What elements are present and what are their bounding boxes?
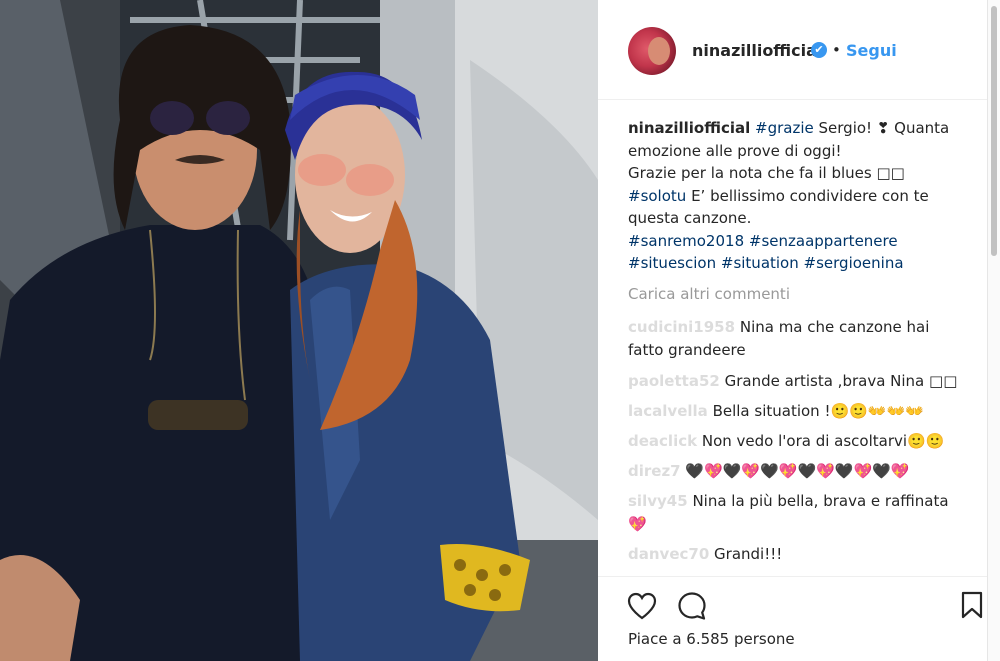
hashtag-link[interactable]: #senzaappartenere: [749, 232, 898, 250]
comment-text: Bella situation !🙂🙂👐👐👐: [712, 402, 924, 420]
post-actions-bar: [598, 576, 987, 661]
comment-item: direz7 🖤💖🖤💖🖤💖🖤💖🖤💖🖤💖: [628, 460, 968, 483]
caption-text: Grazie per la nota che fa il blues □□: [628, 164, 905, 182]
comment-icon[interactable]: [677, 591, 707, 625]
likes-count[interactable]: Piace a 6.585 persone: [628, 630, 795, 648]
post-photo[interactable]: [0, 0, 598, 661]
comment-text: 🖤💖🖤💖🖤💖🖤💖🖤💖🖤💖: [685, 462, 910, 480]
comment-item: cudicini1958 Nina ma che canzone hai fat…: [628, 316, 968, 362]
scrollbar-thumb[interactable]: [991, 6, 997, 256]
post-header: ninazilliofficial ✔ • Segui: [598, 0, 987, 100]
comment-item: lacalvella Bella situation !🙂🙂👐👐👐: [628, 400, 968, 423]
bookmark-icon[interactable]: [961, 591, 983, 623]
comment-text: Grande artista ,brava Nina □□: [724, 372, 958, 390]
load-more-comments-button[interactable]: Carica altri commenti: [628, 285, 790, 303]
hashtag-link[interactable]: #solotu: [628, 187, 686, 205]
comment-item: deaclick Non vedo l'ora di ascoltarvi🙂🙂: [628, 430, 968, 453]
verified-badge-icon: ✔: [811, 42, 827, 58]
comment-username[interactable]: cudicini1958: [628, 318, 735, 336]
comment-username[interactable]: paoletta52: [628, 372, 720, 390]
hashtag-link[interactable]: #sanremo2018: [628, 232, 744, 250]
comment-username[interactable]: lacalvella: [628, 402, 708, 420]
heart-icon[interactable]: [627, 592, 657, 624]
hashtag-link[interactable]: #grazie: [755, 119, 814, 137]
hashtag-link[interactable]: #situescion: [628, 254, 716, 272]
hashtag-link[interactable]: #situation: [721, 254, 799, 272]
avatar[interactable]: [628, 27, 676, 75]
post-username[interactable]: ninazilliofficial: [692, 41, 822, 60]
comment-username[interactable]: deaclick: [628, 432, 697, 450]
post-caption: ninazilliofficial #grazie Sergio! ❣ Quan…: [628, 117, 968, 275]
comment-item: danvec70 Grandi!!!: [628, 543, 968, 566]
hashtag-link[interactable]: #sergioenina: [804, 254, 904, 272]
comment-username[interactable]: silvy45: [628, 492, 688, 510]
comment-text: Non vedo l'ora di ascoltarvi🙂🙂: [701, 432, 945, 450]
comment-username[interactable]: danvec70: [628, 545, 709, 563]
photo-illustration: [0, 0, 598, 661]
comment-text: Grandi!!!: [714, 545, 783, 563]
caption-username[interactable]: ninazilliofficial: [628, 119, 750, 137]
follow-button[interactable]: Segui: [846, 41, 897, 60]
comment-item: paoletta52 Grande artista ,brava Nina □□: [628, 370, 968, 393]
comment-item: silvy45 Nina la più bella, brava e raffi…: [628, 490, 968, 536]
comment-username[interactable]: direz7: [628, 462, 681, 480]
separator-dot: •: [832, 41, 841, 59]
